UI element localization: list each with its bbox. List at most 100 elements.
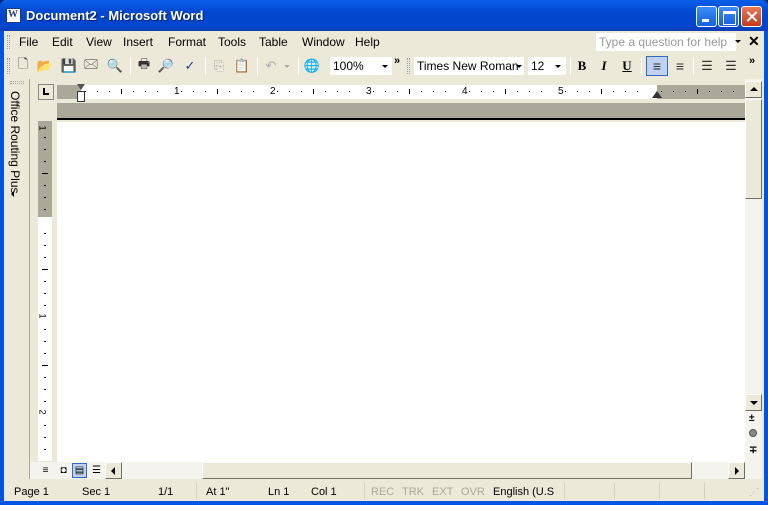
menu-table[interactable]: Table (259, 35, 288, 49)
document-page[interactable] (57, 122, 745, 462)
toolbar-separator (130, 57, 131, 75)
horizontal-ruler[interactable]: 1 2 3 4 5 (57, 85, 745, 99)
ruler-dot (229, 91, 230, 92)
search-glyph: 🔍 (106, 58, 124, 73)
bullets-icon[interactable]: ☰ (722, 57, 740, 75)
menu-insert[interactable]: Insert (123, 35, 153, 49)
print-glyph: 🖶 (137, 56, 151, 71)
formatting-toolbar-grip[interactable] (407, 58, 410, 74)
search-icon[interactable]: 🔍 (106, 57, 124, 75)
help-dropdown-icon[interactable] (735, 40, 741, 43)
print-icon[interactable]: 🖶 (135, 56, 153, 75)
tab-selector[interactable] (38, 84, 54, 100)
ruler-dot (673, 91, 674, 92)
menu-format[interactable]: Format (168, 35, 206, 49)
status-section: Sec 1 (82, 486, 111, 498)
zoom-dropdown-icon[interactable] (382, 65, 388, 68)
task-pane[interactable]: Office Routing Plus (4, 79, 30, 479)
paste-glyph: 📋 (233, 58, 251, 73)
close-button[interactable] (741, 6, 762, 27)
align-left-icon[interactable]: ≡ (646, 56, 668, 76)
taskpane-grip[interactable] (10, 81, 24, 84)
page-top-band (57, 103, 745, 120)
font-select[interactable]: Times New Roman (414, 57, 524, 75)
resize-grip[interactable]: ⋰ (749, 487, 759, 498)
status-trk[interactable]: TRK (402, 486, 424, 498)
status-column: Col 1 (311, 486, 337, 498)
menu-tools[interactable]: Tools (218, 35, 246, 49)
center-icon[interactable]: ≡ (671, 57, 689, 75)
minimize-button[interactable] (696, 6, 717, 27)
permission-icon[interactable]: 🖂 (82, 56, 100, 75)
web-glyph: 🌐 (303, 58, 321, 73)
font-dropdown-icon[interactable] (516, 65, 522, 68)
menu-help[interactable]: Help (355, 35, 380, 49)
word-app-icon[interactable] (6, 8, 21, 23)
ruler-label: 2 (270, 86, 276, 97)
numbering-icon[interactable]: ☰ (698, 57, 716, 75)
status-rec[interactable]: REC (371, 486, 394, 498)
next-page-icon[interactable]: ∓ (749, 445, 757, 456)
status-divider (614, 483, 615, 499)
toolbar-separator (257, 57, 258, 75)
ruler-dot (133, 91, 134, 92)
web-icon[interactable]: 🌐 (303, 57, 321, 75)
toolbar-options-icon[interactable]: » (394, 56, 400, 67)
scroll-down-button[interactable] (745, 394, 762, 411)
scroll-up-button[interactable] (745, 81, 762, 98)
toolbar-separator (570, 57, 571, 75)
toolbar-options-icon[interactable]: » (749, 56, 755, 67)
italic-button[interactable]: I (595, 57, 613, 75)
outline-view-icon[interactable]: ☰ (89, 463, 104, 478)
ruler-half-tick (505, 89, 506, 94)
ruler-label: 5 (558, 86, 564, 97)
scroll-left-button[interactable] (105, 462, 122, 479)
new-icon[interactable]: 🗋 (14, 56, 32, 75)
print-layout-view-icon[interactable]: ▤ (72, 463, 87, 478)
font-size-dropdown-icon[interactable] (555, 65, 561, 68)
vruler-tick (44, 209, 46, 210)
menu-edit[interactable]: Edit (52, 35, 73, 49)
ruler-half-tick (409, 89, 410, 94)
right-indent-marker[interactable] (652, 91, 662, 98)
web-layout-view-icon[interactable]: ◘ (56, 463, 71, 478)
select-browse-object-icon[interactable] (749, 429, 757, 437)
vertical-scrollbar[interactable]: ± ∓ (745, 79, 762, 479)
bold-button[interactable]: B (573, 57, 591, 75)
ruler-dot (421, 91, 422, 92)
print-preview-glyph: 🔎 (157, 58, 175, 73)
status-page-count: 1/1 (158, 486, 174, 498)
menu-file[interactable]: File (19, 35, 38, 49)
menu-view[interactable]: View (86, 35, 112, 49)
copy-glyph: ⎘ (213, 58, 225, 73)
menubar-grip[interactable] (7, 35, 10, 49)
horizontal-scroll-thumb[interactable] (202, 462, 692, 479)
maximize-button[interactable] (718, 6, 739, 27)
ruler-dot (385, 91, 386, 92)
save-icon[interactable]: 💾 (60, 57, 78, 75)
status-divider (364, 483, 365, 499)
spelling-icon[interactable]: ✓ (181, 57, 199, 75)
task-pane-title[interactable]: Office Routing Plus (8, 91, 22, 194)
left-indent-marker[interactable] (77, 91, 85, 102)
scroll-right-button[interactable] (728, 462, 745, 479)
status-ext[interactable]: EXT (432, 486, 453, 498)
paste-icon[interactable]: 📋 (233, 57, 251, 75)
help-question-input[interactable]: Type a question for help (596, 33, 736, 51)
normal-view-icon[interactable]: ≡ (38, 463, 53, 478)
ruler-dot (181, 91, 182, 92)
previous-page-icon[interactable]: ± (749, 413, 755, 424)
underline-button[interactable]: U (618, 57, 636, 75)
vruler-tick (44, 161, 46, 162)
taskpane-expand-icon[interactable] (11, 191, 14, 197)
standard-toolbar-grip[interactable] (7, 58, 10, 74)
menu-window[interactable]: Window (302, 35, 345, 49)
close-document-button[interactable]: ✕ (748, 33, 760, 50)
vertical-scroll-thumb[interactable] (745, 99, 762, 199)
vertical-ruler[interactable]: 1 1 2 (38, 121, 52, 461)
print-preview-icon[interactable]: 🔎 (157, 57, 175, 75)
ruler-dot (469, 91, 470, 92)
status-ovr[interactable]: OVR (461, 486, 485, 498)
open-icon[interactable]: 📂 (36, 57, 54, 75)
first-line-indent-marker[interactable] (77, 84, 85, 90)
